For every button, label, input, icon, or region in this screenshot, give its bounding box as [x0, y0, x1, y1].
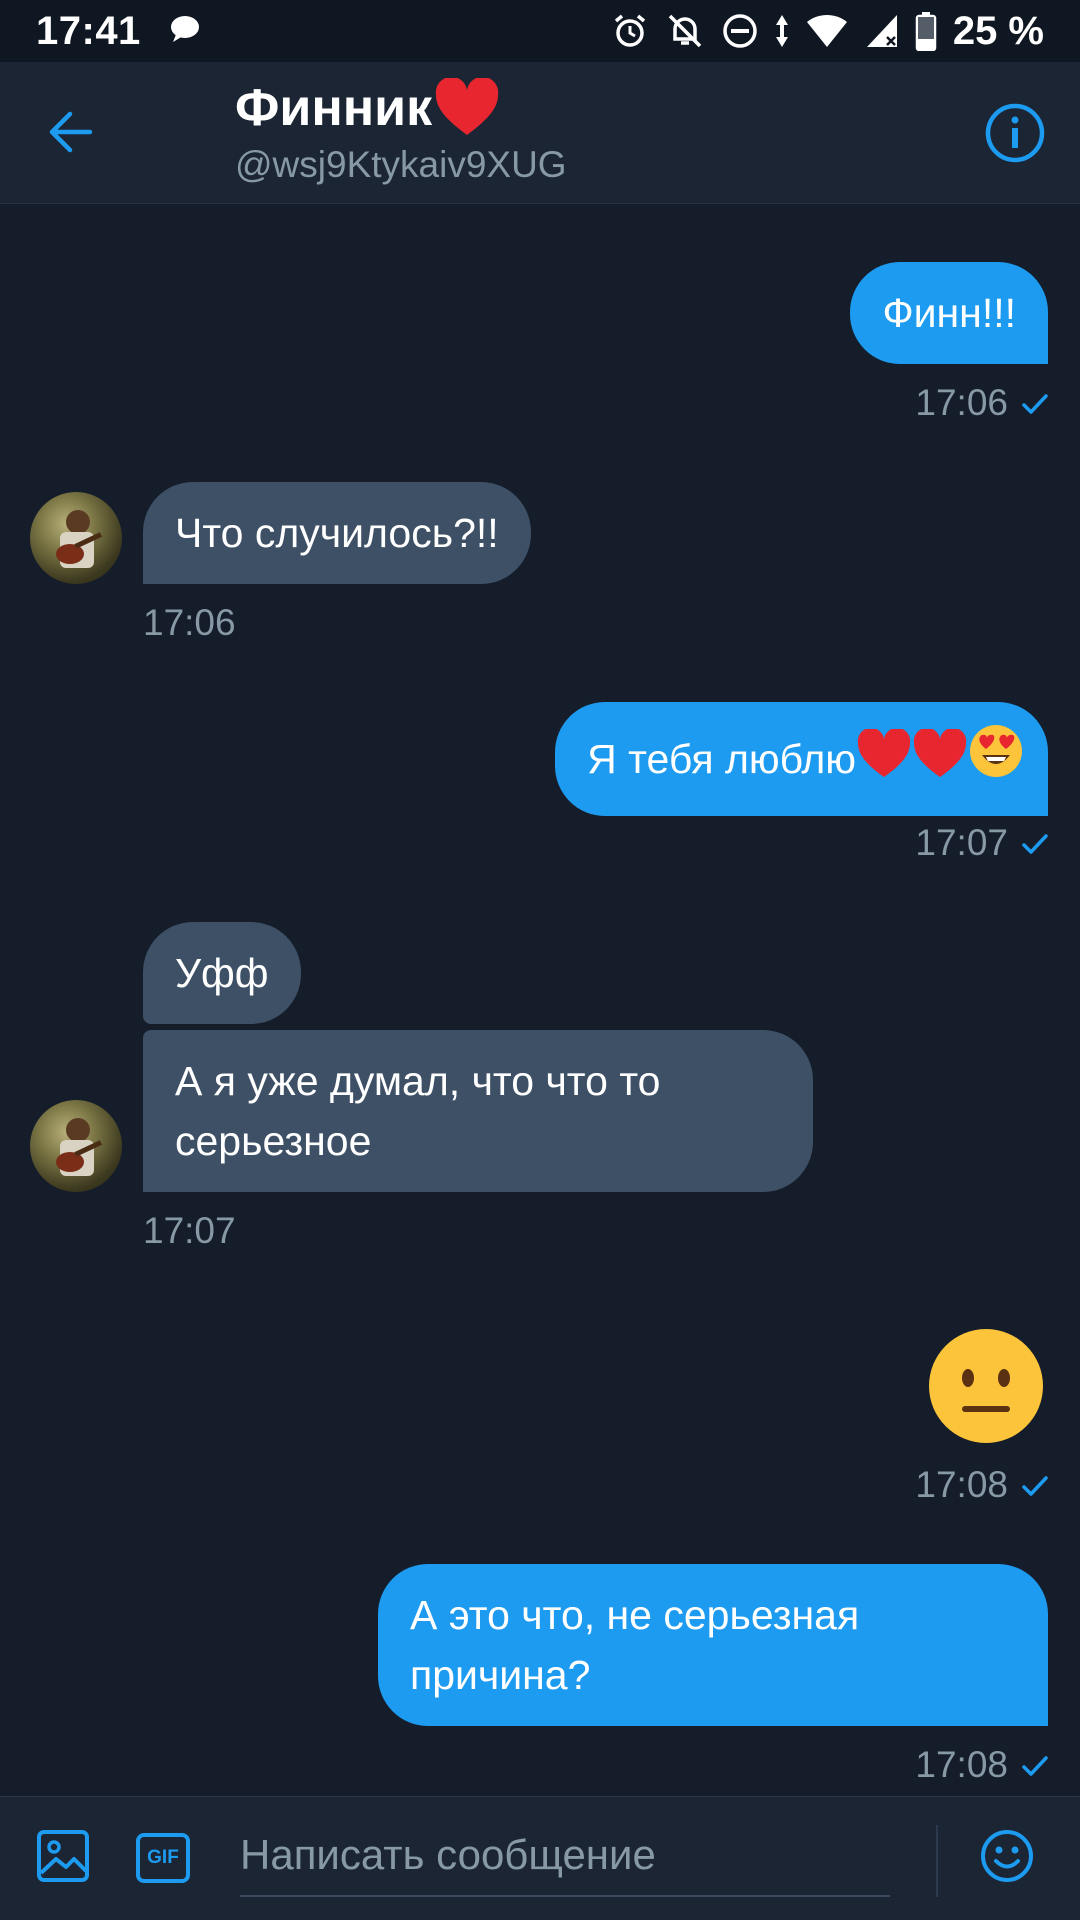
emoji-icon [979, 1828, 1035, 1889]
message-bubble-incoming[interactable]: А я уже думал, что что то серьезное [143, 1030, 813, 1192]
timestamp-text: 17:06 [915, 382, 1008, 423]
timestamp-text: 17:08 [915, 1464, 1008, 1505]
back-button[interactable] [38, 102, 102, 166]
conversation-title: Финник [235, 76, 567, 140]
signal-icon [865, 13, 899, 49]
message-bubble-outgoing[interactable]: А это что, не серьезная причина? [378, 1564, 1048, 1726]
do-not-disturb-icon [721, 12, 759, 50]
emoji-button[interactable] [978, 1829, 1036, 1887]
neutral-face-icon[interactable] [928, 1328, 1044, 1444]
avatar[interactable] [30, 492, 122, 584]
message-text-line: А это что, не серьезная [410, 1592, 860, 1638]
contact-handle: @wsj9Ktykaiv9XUG [235, 144, 567, 185]
status-bar: 17:41 25 % [0, 0, 1080, 62]
dm-screen: 17:41 25 % Финник @wsj9Ktykaiv9XUG Финн!… [0, 0, 1080, 1920]
gif-label: GIF [147, 1847, 179, 1868]
message-timestamp: 17:06 [143, 602, 236, 643]
conversation-header: Финник @wsj9Ktykaiv9XUG [0, 62, 1080, 204]
message-timestamp: 17:07 [143, 1210, 236, 1251]
message-bubble-outgoing[interactable]: Я тебя люблю [555, 702, 1048, 816]
status-time: 17:41 [36, 8, 141, 53]
avatar[interactable] [30, 1100, 122, 1192]
message-text-line: А я уже думал, что что то [175, 1058, 661, 1104]
gif-icon: GIF [135, 1832, 191, 1884]
info-button[interactable] [982, 100, 1048, 166]
message-bubble-incoming[interactable]: Уфф [143, 922, 301, 1024]
info-icon [982, 103, 1048, 170]
message-text: Я тебя люблю [587, 736, 856, 782]
read-check-icon [1022, 1744, 1048, 1786]
message-input[interactable]: Написать сообщение [240, 1815, 890, 1897]
timestamp-text: 17:07 [915, 822, 1008, 863]
red-heart-icon [434, 78, 500, 138]
message-bubble-incoming[interactable]: Что случилось?!! [143, 482, 531, 584]
read-check-icon [1022, 382, 1048, 424]
heart-eyes-icon [968, 723, 1024, 795]
wifi-icon [805, 13, 849, 49]
message-text-line: причина? [410, 1652, 591, 1698]
read-check-icon [1022, 822, 1048, 864]
conversation-title-block[interactable]: Финник @wsj9Ktykaiv9XUG [235, 76, 567, 190]
message-text: Что случилось?!! [175, 510, 499, 556]
red-heart-icon [856, 727, 912, 795]
message-timestamp: 17:08 [915, 1464, 1048, 1506]
message-text: Уфф [175, 950, 269, 996]
message-composer: GIF Написать сообщение [0, 1796, 1080, 1920]
message-timestamp: 17:06 [915, 382, 1048, 424]
timestamp-text: 17:08 [915, 1744, 1008, 1785]
add-gif-button[interactable]: GIF [134, 1829, 192, 1887]
alarm-icon [611, 12, 649, 50]
bell-off-icon [665, 11, 705, 51]
arrow-left-icon [46, 110, 94, 159]
battery-percent: 25 % [952, 8, 1044, 53]
message-text: Финн!!! [882, 290, 1016, 336]
read-check-icon [1022, 1464, 1048, 1506]
message-list[interactable]: Финн!!! 17:06 Что случилось?!! 17:06 Я т… [0, 204, 1080, 1796]
image-icon [36, 1829, 90, 1888]
message-timestamp: 17:08 [915, 1744, 1048, 1786]
message-timestamp: 17:07 [915, 822, 1048, 864]
contact-name: Финник [235, 79, 433, 137]
red-heart-icon [912, 727, 968, 795]
message-bubble-outgoing[interactable]: Финн!!! [850, 262, 1048, 364]
battery-icon [915, 11, 937, 51]
add-image-button[interactable] [34, 1829, 92, 1887]
composer-divider [936, 1825, 938, 1897]
chat-bubble-icon [167, 14, 201, 49]
message-text-line: серьезное [175, 1118, 372, 1164]
data-arrows-icon [775, 13, 789, 49]
